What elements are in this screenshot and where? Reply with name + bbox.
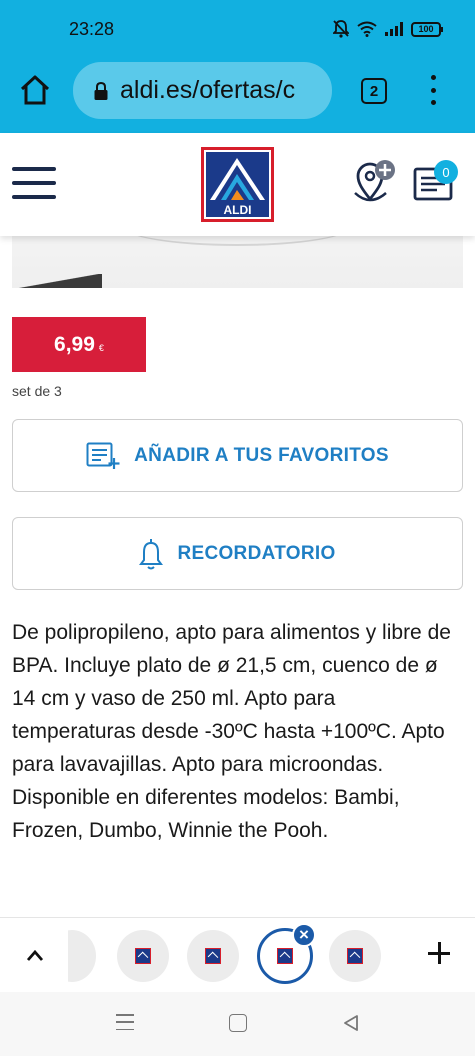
tab-switcher-button[interactable]: 2 — [361, 78, 387, 104]
aldi-logo-mark: ALDI — [206, 152, 269, 217]
reminder-button[interactable]: RECORDATORIO — [12, 517, 463, 590]
chevron-up-icon[interactable] — [26, 948, 44, 962]
battery-icon: 100 — [411, 21, 443, 37]
add-to-list-icon — [86, 442, 120, 469]
recent-apps-icon[interactable] — [116, 1014, 134, 1030]
lock-icon — [94, 81, 108, 100]
aldi-mini-logo-icon — [347, 948, 363, 964]
aldi-logo[interactable]: ALDI — [201, 147, 274, 222]
recent-product-thumb[interactable] — [329, 930, 381, 982]
close-icon[interactable]: × — [292, 923, 316, 947]
wifi-icon — [357, 21, 377, 37]
site-header: ALDI — [0, 133, 475, 236]
url-text: aldi.es/ofertas/c — [120, 76, 296, 104]
reminder-label: RECORDATORIO — [177, 542, 336, 564]
logo-text: ALDI — [224, 203, 252, 217]
add-to-favorites-button[interactable]: AÑADIR A TUS FAVORITOS — [12, 419, 463, 492]
price-currency: € — [98, 342, 104, 353]
system-nav-bar — [0, 992, 475, 1056]
hamburger-menu-icon[interactable] — [12, 167, 56, 199]
add-to-favorites-label: AÑADIR A TUS FAVORITOS — [134, 444, 389, 466]
price-badge: 6,99 € — [12, 317, 146, 372]
product-description: De polipropileno, apto para alimentos y … — [12, 621, 451, 842]
recent-product-thumb[interactable] — [68, 930, 96, 982]
back-icon[interactable] — [343, 1014, 359, 1032]
price-value: 6,99 — [54, 332, 95, 356]
recent-product-thumb[interactable] — [187, 930, 239, 982]
signal-icon — [385, 22, 403, 36]
aldi-mini-logo-icon — [277, 948, 293, 964]
home-nav-icon[interactable] — [229, 1014, 247, 1032]
browser-menu-icon[interactable] — [425, 75, 441, 105]
status-time: 23:28 — [69, 19, 115, 39]
product-image — [12, 236, 463, 288]
aldi-mini-logo-icon — [135, 948, 151, 964]
aldi-mini-logo-icon — [205, 948, 221, 964]
plus-icon[interactable] — [428, 942, 450, 964]
browser-chrome: 23:28 100 aldi.es/ofertas/c 2 — [0, 0, 475, 133]
recent-product-thumb[interactable] — [117, 930, 169, 982]
status-icons: 100 — [333, 20, 443, 38]
url-bar[interactable]: aldi.es/ofertas/c — [73, 62, 332, 119]
bell-icon — [139, 538, 164, 569]
mute-icon — [333, 20, 349, 38]
home-icon[interactable] — [19, 75, 51, 105]
list-count-badge: 0 — [434, 160, 458, 184]
unit-info: set de 3 — [12, 383, 62, 399]
store-locator-icon[interactable] — [352, 159, 396, 205]
recently-viewed-bar — [0, 917, 475, 992]
